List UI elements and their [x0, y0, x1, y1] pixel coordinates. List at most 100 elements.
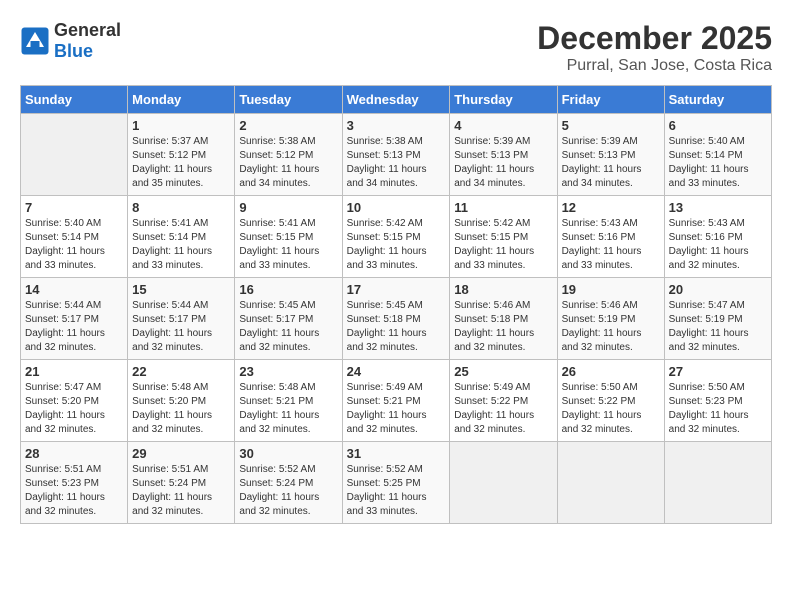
column-header-sunday: Sunday — [21, 86, 128, 114]
day-number: 10 — [347, 200, 446, 215]
day-info: Sunrise: 5:46 AM Sunset: 5:18 PM Dayligh… — [454, 299, 552, 355]
day-number: 17 — [347, 282, 446, 297]
day-info: Sunrise: 5:43 AM Sunset: 5:16 PM Dayligh… — [562, 217, 660, 273]
day-cell — [557, 442, 664, 524]
day-cell: 13 Sunrise: 5:43 AM Sunset: 5:16 PM Dayli… — [664, 196, 771, 278]
day-info: Sunrise: 5:39 AM Sunset: 5:13 PM Dayligh… — [454, 135, 552, 191]
day-info: Sunrise: 5:41 AM Sunset: 5:15 PM Dayligh… — [239, 217, 337, 273]
logo-blue: Blue — [54, 41, 121, 62]
day-cell: 19 Sunrise: 5:46 AM Sunset: 5:19 PM Dayli… — [557, 278, 664, 360]
header-row: SundayMondayTuesdayWednesdayThursdayFrid… — [21, 86, 772, 114]
day-number: 25 — [454, 364, 552, 379]
day-number: 11 — [454, 200, 552, 215]
day-cell: 26 Sunrise: 5:50 AM Sunset: 5:22 PM Dayli… — [557, 360, 664, 442]
day-number: 19 — [562, 282, 660, 297]
day-cell: 1 Sunrise: 5:37 AM Sunset: 5:12 PM Daylig… — [128, 114, 235, 196]
column-header-saturday: Saturday — [664, 86, 771, 114]
day-cell: 20Sunrise: 5:47 AM Sunset: 5:19 PM Dayli… — [664, 278, 771, 360]
day-number: 5 — [562, 118, 660, 133]
day-number: 8 — [132, 200, 230, 215]
day-info: Sunrise: 5:46 AM Sunset: 5:19 PM Dayligh… — [562, 299, 660, 355]
day-number: 30 — [239, 446, 337, 461]
week-row-2: 7 Sunrise: 5:40 AM Sunset: 5:14 PM Daylig… — [21, 196, 772, 278]
month-title: December 2025 — [537, 20, 772, 57]
logo-general: General — [54, 20, 121, 41]
day-info: Sunrise: 5:38 AM Sunset: 5:12 PM Dayligh… — [239, 135, 337, 191]
day-number: 15 — [132, 282, 230, 297]
day-info: Sunrise: 5:47 AM Sunset: 5:20 PM Dayligh… — [25, 381, 123, 437]
day-info: Sunrise: 5:40 AM Sunset: 5:14 PM Dayligh… — [25, 217, 123, 273]
logo-icon — [20, 26, 50, 56]
day-info: Sunrise: 5:49 AM Sunset: 5:22 PM Dayligh… — [454, 381, 552, 437]
day-info: Sunrise: 5:52 AM Sunset: 5:24 PM Dayligh… — [239, 463, 337, 519]
day-cell: 17Sunrise: 5:45 AM Sunset: 5:18 PM Dayli… — [342, 278, 450, 360]
day-cell: 22 Sunrise: 5:48 AM Sunset: 5:20 PM Dayli… — [128, 360, 235, 442]
day-cell: 24 Sunrise: 5:49 AM Sunset: 5:21 PM Dayli… — [342, 360, 450, 442]
page-header: General Blue December 2025 Purral, San J… — [20, 20, 772, 75]
day-cell: 4Sunrise: 5:39 AM Sunset: 5:13 PM Daylig… — [450, 114, 557, 196]
day-cell: 6 Sunrise: 5:40 AM Sunset: 5:14 PM Daylig… — [664, 114, 771, 196]
day-cell: 8Sunrise: 5:41 AM Sunset: 5:14 PM Daylig… — [128, 196, 235, 278]
day-info: Sunrise: 5:45 AM Sunset: 5:17 PM Dayligh… — [239, 299, 337, 355]
day-number: 9 — [239, 200, 337, 215]
day-cell: 28Sunrise: 5:51 AM Sunset: 5:23 PM Dayli… — [21, 442, 128, 524]
day-number: 6 — [669, 118, 767, 133]
day-cell: 12 Sunrise: 5:43 AM Sunset: 5:16 PM Dayli… — [557, 196, 664, 278]
week-row-1: 1 Sunrise: 5:37 AM Sunset: 5:12 PM Daylig… — [21, 114, 772, 196]
day-number: 14 — [25, 282, 123, 297]
week-row-4: 21Sunrise: 5:47 AM Sunset: 5:20 PM Dayli… — [21, 360, 772, 442]
day-info: Sunrise: 5:51 AM Sunset: 5:23 PM Dayligh… — [25, 463, 123, 519]
day-cell — [450, 442, 557, 524]
week-row-5: 28Sunrise: 5:51 AM Sunset: 5:23 PM Dayli… — [21, 442, 772, 524]
title-block: December 2025 Purral, San Jose, Costa Ri… — [537, 20, 772, 75]
day-info: Sunrise: 5:42 AM Sunset: 5:15 PM Dayligh… — [454, 217, 552, 273]
day-number: 1 — [132, 118, 230, 133]
day-cell: 23Sunrise: 5:48 AM Sunset: 5:21 PM Dayli… — [235, 360, 342, 442]
day-info: Sunrise: 5:48 AM Sunset: 5:20 PM Dayligh… — [132, 381, 230, 437]
day-cell: 16 Sunrise: 5:45 AM Sunset: 5:17 PM Dayli… — [235, 278, 342, 360]
day-cell: 29 Sunrise: 5:51 AM Sunset: 5:24 PM Dayli… — [128, 442, 235, 524]
day-cell: 18 Sunrise: 5:46 AM Sunset: 5:18 PM Dayli… — [450, 278, 557, 360]
day-number: 2 — [239, 118, 337, 133]
day-info: Sunrise: 5:48 AM Sunset: 5:21 PM Dayligh… — [239, 381, 337, 437]
day-info: Sunrise: 5:37 AM Sunset: 5:12 PM Dayligh… — [132, 135, 230, 191]
day-number: 3 — [347, 118, 446, 133]
day-cell: 15 Sunrise: 5:44 AM Sunset: 5:17 PM Dayli… — [128, 278, 235, 360]
day-number: 26 — [562, 364, 660, 379]
day-cell: 30 Sunrise: 5:52 AM Sunset: 5:24 PM Dayli… — [235, 442, 342, 524]
day-cell: 2 Sunrise: 5:38 AM Sunset: 5:12 PM Daylig… — [235, 114, 342, 196]
day-info: Sunrise: 5:40 AM Sunset: 5:14 PM Dayligh… — [669, 135, 767, 191]
day-cell: 11 Sunrise: 5:42 AM Sunset: 5:15 PM Dayli… — [450, 196, 557, 278]
day-cell: 21Sunrise: 5:47 AM Sunset: 5:20 PM Dayli… — [21, 360, 128, 442]
day-number: 13 — [669, 200, 767, 215]
calendar-table: SundayMondayTuesdayWednesdayThursdayFrid… — [20, 85, 772, 524]
day-number: 24 — [347, 364, 446, 379]
day-info: Sunrise: 5:42 AM Sunset: 5:15 PM Dayligh… — [347, 217, 446, 273]
day-info: Sunrise: 5:44 AM Sunset: 5:17 PM Dayligh… — [132, 299, 230, 355]
logo: General Blue — [20, 20, 121, 62]
day-cell: 3Sunrise: 5:38 AM Sunset: 5:13 PM Daylig… — [342, 114, 450, 196]
day-number: 20 — [669, 282, 767, 297]
day-number: 27 — [669, 364, 767, 379]
column-header-wednesday: Wednesday — [342, 86, 450, 114]
day-info: Sunrise: 5:52 AM Sunset: 5:25 PM Dayligh… — [347, 463, 446, 519]
day-number: 22 — [132, 364, 230, 379]
week-row-3: 14 Sunrise: 5:44 AM Sunset: 5:17 PM Dayli… — [21, 278, 772, 360]
day-number: 18 — [454, 282, 552, 297]
column-header-friday: Friday — [557, 86, 664, 114]
day-cell: 5Sunrise: 5:39 AM Sunset: 5:13 PM Daylig… — [557, 114, 664, 196]
day-number: 16 — [239, 282, 337, 297]
day-info: Sunrise: 5:43 AM Sunset: 5:16 PM Dayligh… — [669, 217, 767, 273]
day-number: 12 — [562, 200, 660, 215]
day-info: Sunrise: 5:50 AM Sunset: 5:22 PM Dayligh… — [562, 381, 660, 437]
day-cell: 25 Sunrise: 5:49 AM Sunset: 5:22 PM Dayli… — [450, 360, 557, 442]
day-cell: 27Sunrise: 5:50 AM Sunset: 5:23 PM Dayli… — [664, 360, 771, 442]
column-header-tuesday: Tuesday — [235, 86, 342, 114]
day-number: 7 — [25, 200, 123, 215]
day-number: 29 — [132, 446, 230, 461]
day-info: Sunrise: 5:51 AM Sunset: 5:24 PM Dayligh… — [132, 463, 230, 519]
day-cell: 7 Sunrise: 5:40 AM Sunset: 5:14 PM Daylig… — [21, 196, 128, 278]
day-info: Sunrise: 5:49 AM Sunset: 5:21 PM Dayligh… — [347, 381, 446, 437]
logo-text: General Blue — [54, 20, 121, 62]
day-cell — [664, 442, 771, 524]
